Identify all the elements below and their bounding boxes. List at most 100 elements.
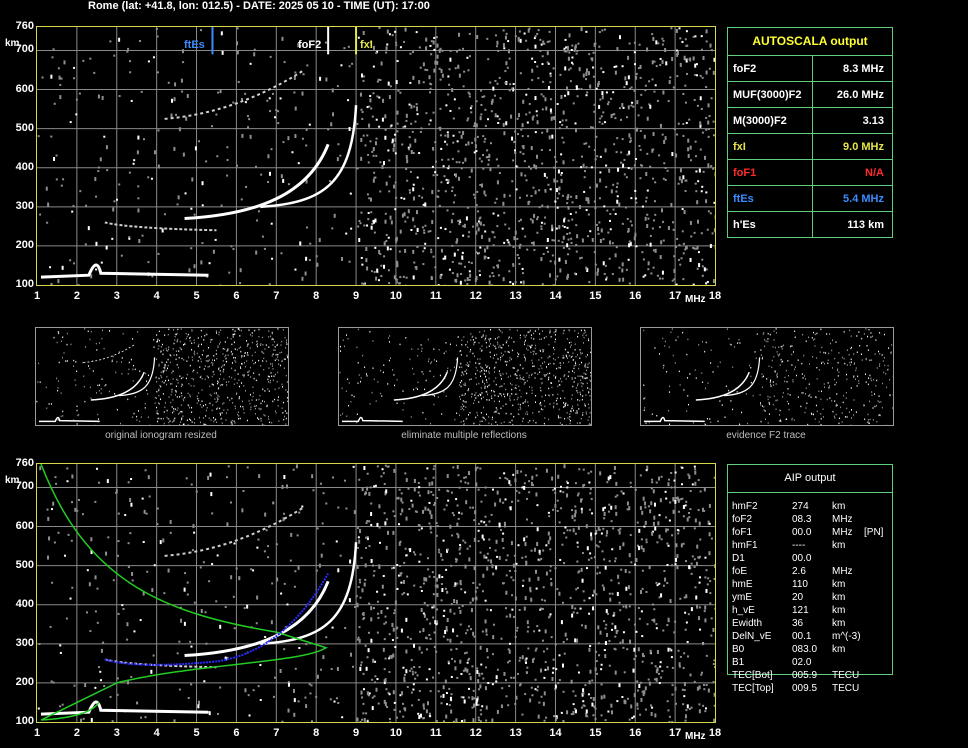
thumb-dot — [281, 360, 283, 362]
noise-dot — [574, 694, 577, 697]
noise-dot — [658, 582, 661, 585]
noise-dot — [341, 256, 344, 261]
noise-dot — [552, 67, 555, 70]
noise-dot — [480, 663, 483, 666]
thumb-dot — [519, 376, 521, 379]
thumb-dot — [211, 361, 213, 364]
thumb-dot — [362, 354, 364, 357]
top-y-tick: 600 — [15, 82, 34, 95]
noise-dot — [657, 476, 660, 481]
noise-dot — [385, 233, 388, 236]
thumb-dot — [573, 409, 575, 412]
thumb-dot — [53, 336, 55, 339]
thumb-dot — [251, 335, 253, 337]
noise-dot — [533, 547, 536, 552]
noise-dot — [655, 40, 658, 45]
thumb-dot — [180, 348, 182, 351]
noise-dot — [620, 161, 623, 164]
thumb-dot — [752, 394, 754, 397]
thumb-dot — [583, 332, 585, 335]
thumb-dot — [695, 377, 697, 379]
noise-dot — [708, 67, 711, 70]
noise-dot — [565, 536, 568, 539]
noise-dot — [537, 29, 540, 32]
noise-dot — [492, 266, 495, 269]
thumb-dot — [415, 387, 417, 389]
noise-dot — [676, 554, 679, 559]
thumb-dot — [261, 400, 263, 402]
noise-dot — [361, 696, 364, 699]
noise-dot — [521, 135, 524, 138]
thumb-dot — [587, 363, 589, 366]
noise-dot — [549, 188, 552, 191]
noise-dot — [325, 636, 328, 639]
thumb-dot — [221, 384, 223, 386]
noise-dot — [589, 230, 592, 233]
thumb-dot — [428, 360, 430, 363]
noise-dot — [666, 624, 669, 627]
noise-dot — [428, 501, 431, 504]
thumb-dot — [101, 378, 103, 381]
noise-dot — [80, 718, 83, 722]
noise-dot — [606, 103, 609, 106]
noise-dot — [548, 40, 551, 43]
top-x-tick: 2 — [73, 290, 80, 302]
noise-dot — [255, 622, 258, 625]
thumb-dot — [464, 401, 466, 403]
thumb-dot — [844, 416, 846, 418]
thumb-dot — [549, 372, 551, 375]
noise-dot — [415, 266, 418, 271]
noise-dot — [524, 693, 527, 696]
thumb-dot — [678, 370, 680, 373]
thumb-dot — [57, 387, 59, 389]
thumb-dot — [262, 336, 264, 339]
noise-dot — [660, 208, 663, 213]
thumb-dot — [815, 396, 817, 399]
thumb-dot — [95, 342, 97, 345]
noise-dot — [701, 258, 704, 261]
thumb-dot — [343, 345, 345, 348]
noise-dot — [436, 584, 439, 589]
noise-dot — [533, 164, 536, 169]
thumb-dot — [549, 403, 551, 405]
noise-dot — [628, 553, 631, 558]
noise-dot — [393, 143, 396, 148]
thumb-dot — [168, 396, 170, 398]
thumb-dot — [519, 389, 521, 392]
noise-dot — [616, 199, 619, 204]
noise-dot — [247, 694, 250, 697]
noise-dot — [542, 701, 545, 706]
thumb-dot — [232, 328, 234, 331]
thumb-dot — [871, 394, 873, 396]
noise-dot — [515, 489, 518, 492]
thumb-dot — [198, 343, 200, 346]
thumb-dot — [206, 409, 208, 412]
thumb-dot — [794, 330, 796, 333]
noise-dot — [646, 152, 649, 155]
thumb-dot — [249, 347, 251, 349]
thumb-dot — [175, 333, 177, 336]
noise-dot — [429, 715, 432, 718]
thumb-dot — [831, 349, 833, 352]
thumb-dot — [576, 384, 578, 387]
thumb-dot — [241, 356, 243, 358]
thumb-dot — [181, 418, 183, 421]
thumb-dot — [575, 362, 577, 365]
thumb-dot — [277, 328, 279, 330]
thumb-dot — [257, 417, 259, 419]
noise-dot — [602, 71, 605, 74]
thumb-dot — [202, 404, 204, 407]
noise-dot — [566, 638, 569, 641]
noise-dot — [525, 535, 528, 538]
noise-dot — [574, 607, 577, 610]
noise-dot — [422, 703, 425, 708]
noise-dot — [77, 284, 80, 285]
thumb-dot — [508, 421, 510, 423]
thumb-dot — [250, 366, 252, 369]
thumb-dot — [445, 342, 447, 344]
noise-dot — [350, 227, 353, 230]
noise-dot — [432, 146, 435, 149]
noise-dot — [432, 111, 435, 114]
thumb-dot — [139, 420, 141, 423]
noise-dot — [275, 109, 278, 112]
